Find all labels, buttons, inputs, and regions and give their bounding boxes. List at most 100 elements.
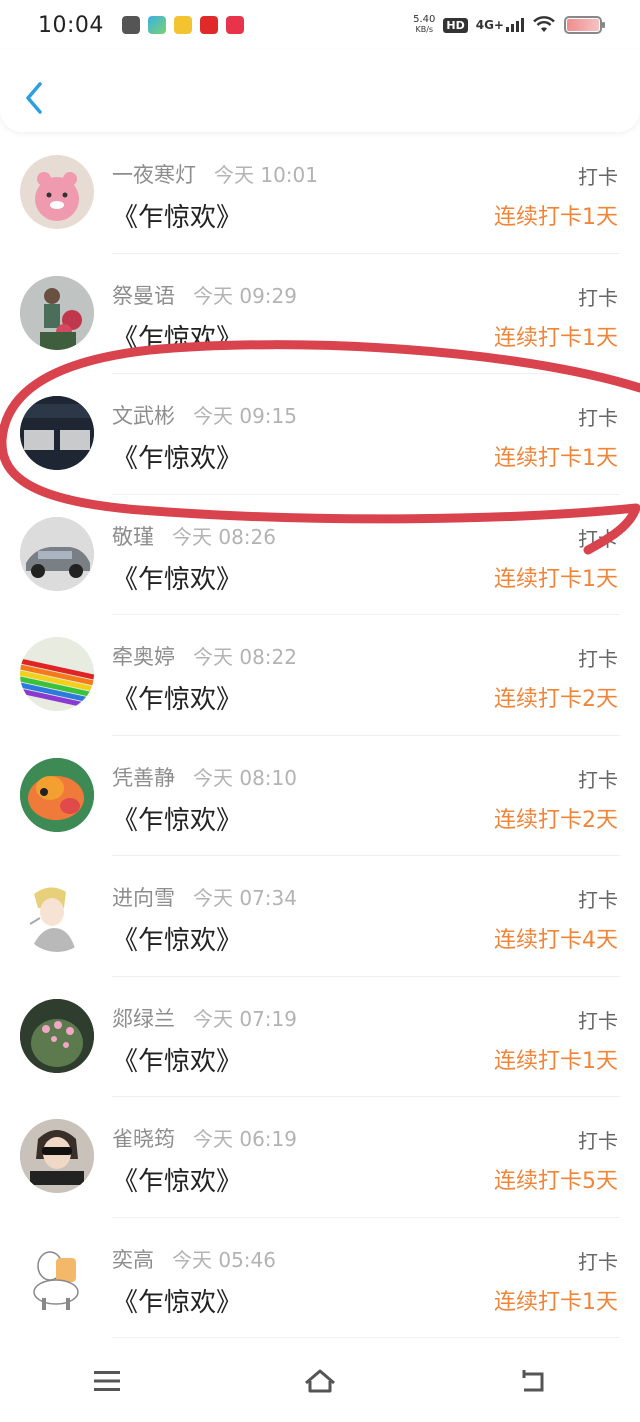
avatar[interactable]	[20, 155, 94, 229]
signal-bars	[506, 18, 524, 32]
avatar[interactable]	[20, 396, 94, 470]
song-title[interactable]: 《乍惊欢》	[112, 438, 242, 475]
name-line: 奕高 今天 05:46	[112, 1244, 276, 1274]
song-title[interactable]: 《乍惊欢》	[112, 1282, 242, 1319]
back-nav-button[interactable]	[503, 1356, 563, 1406]
avatar[interactable]	[20, 878, 94, 952]
checkin-label: 打卡	[578, 165, 618, 189]
back-button[interactable]	[20, 78, 50, 118]
streak-label: 连续打卡5天	[494, 1169, 618, 1194]
user-name[interactable]: 雀晓筠	[112, 1123, 175, 1153]
checkin-label: 打卡	[578, 285, 618, 310]
user-name[interactable]: 郯绿兰	[112, 1003, 175, 1033]
notification-icons	[121, 16, 244, 34]
checkin-label: 打卡	[578, 406, 618, 430]
signal-icon: 4G+	[476, 18, 524, 32]
avatar-image	[20, 516, 94, 591]
avatar-image	[20, 275, 94, 350]
avatar[interactable]	[20, 1239, 94, 1314]
divider	[112, 1337, 620, 1338]
song-title[interactable]: 《乍惊欢》	[112, 318, 242, 355]
song-title[interactable]: 《乍惊欢》	[112, 197, 242, 234]
net-speed-unit: KB/s	[415, 25, 434, 34]
song-title[interactable]: 《乍惊欢》	[112, 920, 242, 957]
menu-button[interactable]	[77, 1356, 137, 1406]
user-name[interactable]: 进向雪	[112, 882, 175, 912]
list-item[interactable]: 雀晓筠 今天 06:19 《乍惊欢》 打卡 连续打卡5天	[0, 1097, 640, 1218]
checkin-time: 今天 09:15	[193, 404, 297, 428]
song-title[interactable]: 《乍惊欢》	[112, 1161, 242, 1198]
streak-label: 连续打卡1天	[494, 446, 618, 471]
user-name[interactable]: 牵奥婷	[112, 641, 175, 671]
user-name[interactable]: 祭曼语	[112, 280, 175, 310]
user-name[interactable]: 文武彬	[112, 400, 175, 430]
avatar[interactable]	[20, 637, 94, 711]
home-icon	[305, 1369, 335, 1393]
checkin-time: 今天 07:34	[193, 886, 297, 910]
checkin-label: 打卡	[578, 1249, 618, 1274]
checkin-time: 今天 05:46	[172, 1247, 276, 1272]
list-item[interactable]: 一夜寒灯 今天 10:01 《乍惊欢》 打卡 连续打卡1天	[0, 133, 640, 254]
header	[0, 50, 640, 132]
battery-fill	[567, 19, 599, 31]
checkin-label: 打卡	[578, 767, 618, 792]
name-line: 一夜寒灯 今天 10:01	[112, 159, 318, 189]
app-icon-3	[173, 16, 192, 34]
song-title[interactable]: 《乍惊欢》	[112, 559, 242, 596]
list-item[interactable]: 郯绿兰 今天 07:19 《乍惊欢》 打卡 连续打卡1天	[0, 977, 640, 1097]
user-name[interactable]: 敬瑾	[112, 521, 154, 551]
name-line: 祭曼语 今天 09:29	[112, 280, 297, 310]
checkin-time: 今天 09:29	[193, 283, 297, 308]
user-name[interactable]: 一夜寒灯	[112, 159, 196, 189]
list-item[interactable]: 牵奥婷 今天 08:22 《乍惊欢》 打卡 连续打卡2天	[0, 615, 640, 736]
avatar-image	[20, 1239, 94, 1314]
wifi-icon	[533, 16, 555, 32]
name-line: 雀晓筠 今天 06:19	[112, 1123, 297, 1153]
avatar[interactable]	[20, 275, 94, 350]
checkin-label: 打卡	[578, 1129, 618, 1153]
avatar[interactable]	[20, 998, 94, 1073]
status-right: 5.40 KB/s HD 4G+	[413, 14, 605, 35]
user-name[interactable]: 凭善静	[112, 762, 175, 792]
screen: 10:04 5.40 KB/s HD 4G+ 一夜寒灯 今天 10:01 《乍惊…	[0, 0, 640, 1422]
avatar[interactable]	[20, 516, 94, 591]
checkin-time: 今天 08:22	[193, 645, 297, 669]
list-item[interactable]: 文武彬 今天 09:15 《乍惊欢》 打卡 连续打卡1天	[0, 374, 640, 495]
checkin-label: 打卡	[578, 526, 618, 551]
streak-label: 连续打卡2天	[494, 687, 618, 712]
avatar-image	[35, 172, 79, 221]
streak-label: 连续打卡1天	[494, 205, 618, 230]
avatar-image	[20, 396, 94, 470]
streak-label: 连续打卡4天	[494, 928, 618, 953]
back-icon	[522, 1370, 544, 1392]
list-item[interactable]: 敬瑾 今天 08:26 《乍惊欢》 打卡 连续打卡1天	[0, 495, 640, 615]
streak-label: 连续打卡2天	[494, 807, 618, 833]
chevron-left-icon	[26, 82, 42, 114]
app-icon-1	[121, 16, 140, 34]
net-speed-value: 5.40	[413, 14, 436, 25]
list-item[interactable]: 奕高 今天 05:46 《乍惊欢》 打卡 连续打卡1天	[0, 1218, 640, 1338]
song-title[interactable]: 《乍惊欢》	[112, 800, 242, 837]
app-icon-2	[147, 16, 166, 34]
list-item[interactable]: 祭曼语 今天 09:29 《乍惊欢》 打卡 连续打卡1天	[0, 254, 640, 374]
home-button[interactable]	[290, 1356, 350, 1406]
name-line: 郯绿兰 今天 07:19	[112, 1003, 297, 1033]
status-bar: 10:04 5.40 KB/s HD 4G+	[0, 0, 640, 50]
avatar-image	[20, 757, 94, 832]
battery-icon	[564, 16, 605, 34]
checkin-time: 今天 08:26	[172, 524, 276, 549]
song-title[interactable]: 《乍惊欢》	[112, 679, 242, 716]
list-item[interactable]: 进向雪 今天 07:34 《乍惊欢》 打卡 连续打卡4天	[0, 856, 640, 977]
avatar[interactable]	[20, 1119, 94, 1193]
name-line: 文武彬 今天 09:15	[112, 400, 297, 430]
checkin-time: 今天 06:19	[193, 1127, 297, 1151]
user-name[interactable]: 奕高	[112, 1244, 154, 1274]
avatar[interactable]	[20, 757, 94, 832]
list-item[interactable]: 凭善静 今天 08:10 《乍惊欢》 打卡 连续打卡2天	[0, 736, 640, 856]
app-icon-5	[225, 16, 244, 34]
song-title[interactable]: 《乍惊欢》	[112, 1041, 242, 1078]
streak-label: 连续打卡1天	[494, 566, 618, 592]
app-icon-4	[199, 16, 218, 34]
avatar-image	[20, 998, 94, 1073]
network-type: 4G+	[475, 18, 504, 32]
